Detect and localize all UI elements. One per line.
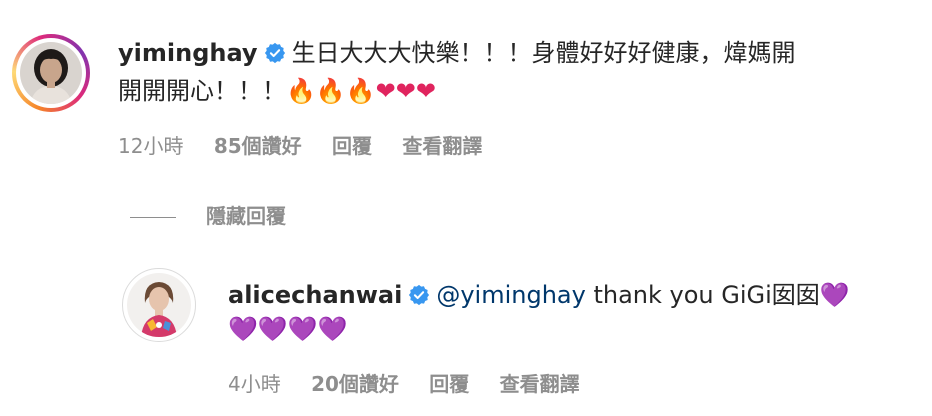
verified-badge-icon [408,281,430,315]
comment-text: 生日大大大快樂！！！身體好好好健康，煒媽開 [291,39,796,67]
avatar-yiminghay[interactable] [12,34,90,112]
reply-time[interactable]: 4小時 [228,372,281,396]
reply-text-line1: alicechanwai @yiminghay thank you GiGi囡囡💜 [228,278,850,315]
mention-link[interactable]: @yiminghay [436,281,585,309]
purple-hearts-emoji: 💜💜💜💜 [228,315,348,343]
divider-line [130,217,176,218]
fire-hearts-emoji: 🔥🔥🔥❤❤❤ [286,77,436,105]
reply-button[interactable]: 回覆 [332,134,372,158]
reply-text: thank you GiGi囡囡 [585,281,820,309]
reply-translate-button[interactable]: 查看翻譯 [500,372,580,396]
username-alicechanwai[interactable]: alicechanwai [228,281,402,309]
comment-text-cont: 開開開心！！！ [118,77,286,105]
reply-text-line2: 💜💜💜💜 [228,312,348,346]
verified-badge-icon [264,39,286,73]
username-yiminghay[interactable]: yiminghay [118,39,258,67]
likes-count[interactable]: 85個讚好 [214,134,302,158]
translate-button[interactable]: 查看翻譯 [402,134,482,158]
comment-time[interactable]: 12小時 [118,134,183,158]
comment-text-line1: yiminghay 生日大大大快樂！！！身體好好好健康，煒媽開 [118,36,796,73]
purple-heart-emoji: 💜 [819,281,850,309]
avatar-alicechanwai[interactable] [122,268,196,342]
reply-reply-button[interactable]: 回覆 [429,372,469,396]
comment-text-line2: 開開開心！！！🔥🔥🔥❤❤❤ [118,74,436,108]
comment-meta: 12小時 85個讚好 回覆 查看翻譯 [118,130,506,159]
hide-replies-label: 隱藏回覆 [206,204,286,228]
reply-likes-count[interactable]: 20個讚好 [311,372,399,396]
hide-replies-button[interactable]: 隱藏回覆 [130,200,286,229]
reply-meta: 4小時 20個讚好 回覆 查看翻譯 [228,368,604,397]
